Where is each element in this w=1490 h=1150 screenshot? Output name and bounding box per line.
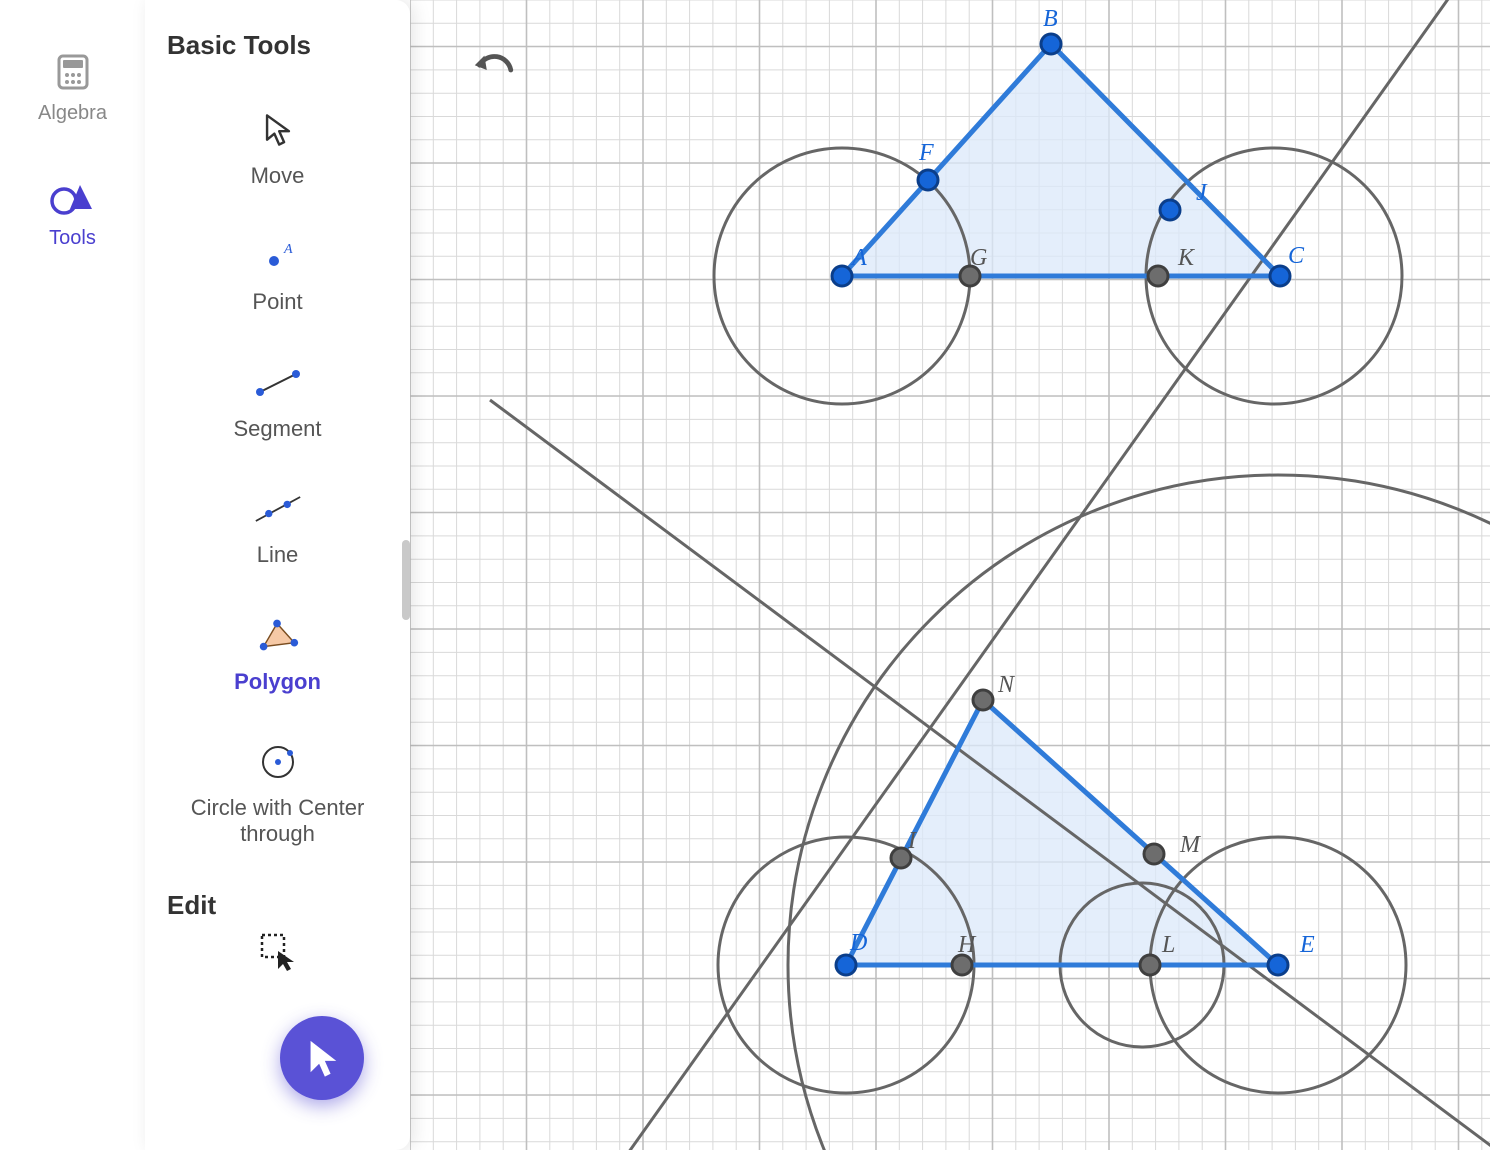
tool-polygon-label: Polygon [234, 669, 321, 695]
svg-text:H: H [957, 932, 977, 958]
tool-move[interactable]: Move [155, 91, 400, 217]
geometry-canvas[interactable]: G K N I M H L A B C F J D E [410, 0, 1490, 1150]
cursor-icon [254, 109, 302, 151]
shapes-icon [50, 175, 94, 219]
scroll-thumb[interactable] [402, 540, 410, 620]
nav-algebra-label: Algebra [38, 102, 107, 125]
tool-panel: Basic Tools Move A Point Segment [145, 0, 410, 1150]
svg-text:J: J [1196, 180, 1208, 206]
segment-icon [254, 362, 302, 404]
nav-tools[interactable]: Tools [49, 175, 96, 250]
svg-text:A: A [283, 242, 293, 257]
svg-text:D: D [849, 930, 867, 956]
tool-list: Move A Point Segment Line [155, 91, 400, 876]
tool-point-label: Point [252, 289, 302, 315]
tool-circle-label: Circle with Center through [155, 795, 400, 848]
svg-text:N: N [997, 672, 1016, 698]
tool-circle[interactable]: Circle with Center through [155, 723, 400, 876]
svg-text:C: C [1288, 243, 1305, 269]
fab-cursor[interactable] [280, 1016, 364, 1100]
tool-polygon[interactable]: Polygon [155, 597, 400, 723]
tool-line[interactable]: Line [155, 470, 400, 596]
svg-text:I: I [907, 828, 917, 854]
svg-text:B: B [1043, 6, 1058, 32]
toolpanel-edit-heading: Edit [167, 890, 400, 921]
tool-point[interactable]: A Point [155, 217, 400, 343]
toolpanel-heading: Basic Tools [167, 30, 400, 61]
nav-algebra[interactable]: Algebra [38, 50, 107, 125]
svg-text:M: M [1179, 832, 1202, 858]
tool-segment-label: Segment [233, 416, 321, 442]
undo-button[interactable] [470, 40, 518, 88]
nav-tools-label: Tools [49, 227, 96, 250]
tool-move-label: Move [251, 163, 305, 189]
circle-tool-icon [254, 741, 302, 783]
line-icon [254, 488, 302, 530]
svg-text:F: F [918, 140, 934, 166]
svg-text:K: K [1177, 245, 1196, 271]
tool-line-label: Line [257, 542, 299, 568]
select-icon [258, 931, 298, 976]
svg-text:A: A [850, 245, 867, 271]
svg-text:L: L [1161, 932, 1175, 958]
polygon-icon [254, 615, 302, 657]
calculator-icon [51, 50, 95, 94]
svg-text:E: E [1299, 932, 1315, 958]
tool-segment[interactable]: Segment [155, 344, 400, 470]
geometry-svg: G K N I M H L A B C F J D E [410, 0, 1490, 1150]
svg-text:G: G [970, 245, 987, 271]
point-icon: A [254, 235, 302, 277]
nav-column: Algebra Tools [0, 0, 145, 1150]
